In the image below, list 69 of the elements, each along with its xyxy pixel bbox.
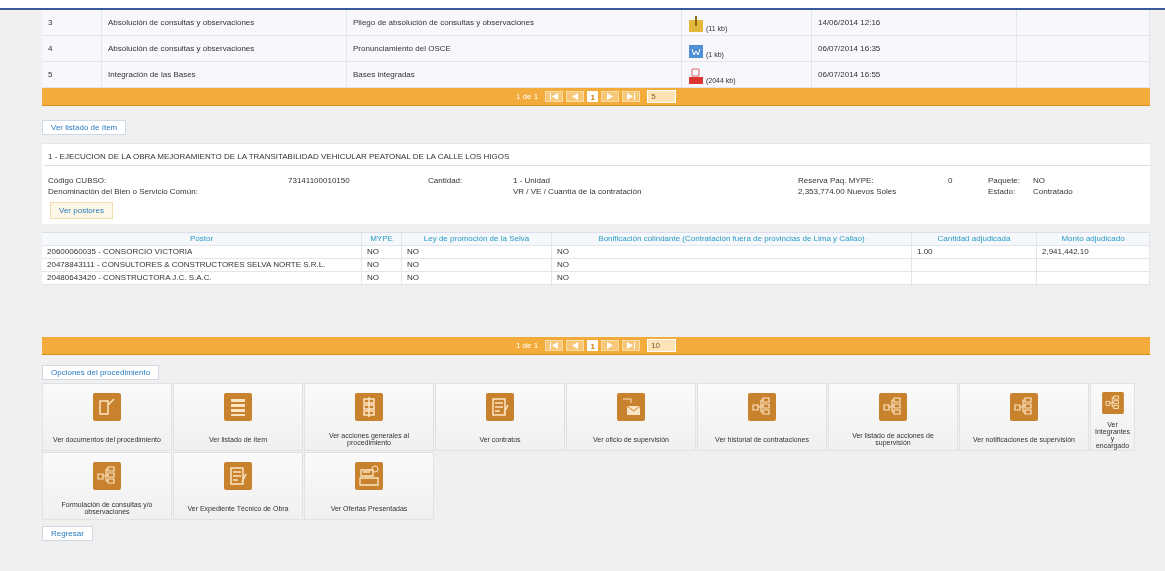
- first-page-button[interactable]: [545, 340, 564, 351]
- next-page-icon: [606, 93, 615, 100]
- table-cell: NO: [362, 246, 402, 258]
- table-cell: 5: [42, 62, 102, 87]
- field-label: Paquete:: [988, 176, 1022, 185]
- previous-page-button[interactable]: [566, 340, 585, 351]
- table-cell: NO: [402, 272, 552, 284]
- next-page-icon: [606, 342, 615, 349]
- page-button[interactable]: 1: [587, 340, 599, 351]
- archive-icon: [688, 16, 704, 32]
- page-count: 1 de 1: [515, 92, 539, 101]
- next-page-button[interactable]: [601, 340, 620, 351]
- field-label: Estado:: [988, 187, 1017, 196]
- field-label: Código CUBSO:: [48, 176, 108, 185]
- table-cell: NO: [402, 259, 552, 271]
- table-cell: Pliego de absolución de consultas y observaciones: [347, 10, 682, 35]
- table-cell: NO: [402, 246, 552, 258]
- pdf-file-icon: [688, 68, 704, 84]
- page-count: 1 de 1: [515, 341, 539, 350]
- previous-page-icon: [571, 93, 580, 100]
- field-value: Contratado: [1033, 187, 1074, 196]
- table-cell: 20478843111 - CONSULTORES & CONSTRUCTORES SELVA NORTE S.R.L.: [42, 259, 362, 271]
- first-page-icon: [550, 342, 559, 349]
- table-cell: 20480643420 - CONSTRUCTORA J.C. S.A.C.: [42, 272, 362, 284]
- page-size-select[interactable]: 5: [647, 90, 677, 103]
- last-page-icon: [627, 93, 636, 100]
- table-cell: 1.00: [912, 246, 1037, 258]
- table-cell: Absolución de consultas y observaciones: [102, 10, 347, 35]
- table-cell: Pronunciamiento del OSCE: [347, 36, 682, 61]
- field-value: 2,353,774.00 Nuevos Soles: [798, 187, 898, 196]
- first-page-button[interactable]: [545, 91, 564, 102]
- table-cell: NO: [362, 259, 402, 271]
- last-page-button[interactable]: [622, 340, 641, 351]
- table-cell: Integración de las Bases: [102, 62, 347, 87]
- table-cell: 06/07/2014 16:55: [812, 62, 1017, 87]
- table-cell: 2,941,442.10: [1037, 246, 1150, 258]
- previous-page-button[interactable]: [566, 91, 585, 102]
- options-tab[interactable]: Opciones del procedimiento: [42, 365, 160, 380]
- field-label: Denominación del Bien o Servicio Común:: [48, 187, 199, 196]
- table-cell: 4: [42, 36, 102, 61]
- table-cell: Bases integradas: [347, 62, 682, 87]
- field-label: Reserva Paq. MYPE:: [798, 176, 875, 185]
- last-page-icon: [627, 342, 636, 349]
- item-title: 1 - EJECUCION DE LA OBRA MEJORAMIENTO DE LA TRANSITABILIDAD VEHICULAR PEATONAL DE LA CALLE LOS HIGOS: [44, 152, 1150, 166]
- items-tab[interactable]: Ver listado de ítem: [42, 120, 127, 135]
- table-cell: NO: [552, 259, 912, 271]
- last-page-button[interactable]: [622, 91, 641, 102]
- table-cell: 20600060035 - CONSORCIO VICTORIA: [42, 246, 362, 258]
- back-tab[interactable]: Regresar: [42, 526, 93, 541]
- field-value: 1 - Unidad: [513, 176, 551, 185]
- first-page-icon: [550, 93, 559, 100]
- document-icon: [688, 42, 704, 58]
- field-value: VR / VE / Cuantía de la contratación: [513, 187, 643, 196]
- next-page-button[interactable]: [601, 91, 620, 102]
- view-bidders-button[interactable]: Ver postores: [50, 202, 113, 219]
- page-size-select[interactable]: 10: [647, 339, 677, 352]
- field-value: 0: [948, 176, 954, 185]
- table-cell: 06/07/2014 16:35: [812, 36, 1017, 61]
- table-cell: 3: [42, 10, 102, 35]
- table-cell: NO: [552, 246, 912, 258]
- table-cell: 14/06/2014 12:16: [812, 10, 1017, 35]
- field-value: NO: [1033, 176, 1046, 185]
- previous-page-icon: [571, 342, 580, 349]
- table-cell: NO: [552, 272, 912, 284]
- table-cell: Absolución de consultas y observaciones: [102, 36, 347, 61]
- page-button[interactable]: 1: [587, 91, 599, 102]
- field-value: 73141100010150: [288, 176, 351, 185]
- table-cell: NO: [362, 272, 402, 284]
- field-label: Cantidad:: [428, 176, 464, 185]
